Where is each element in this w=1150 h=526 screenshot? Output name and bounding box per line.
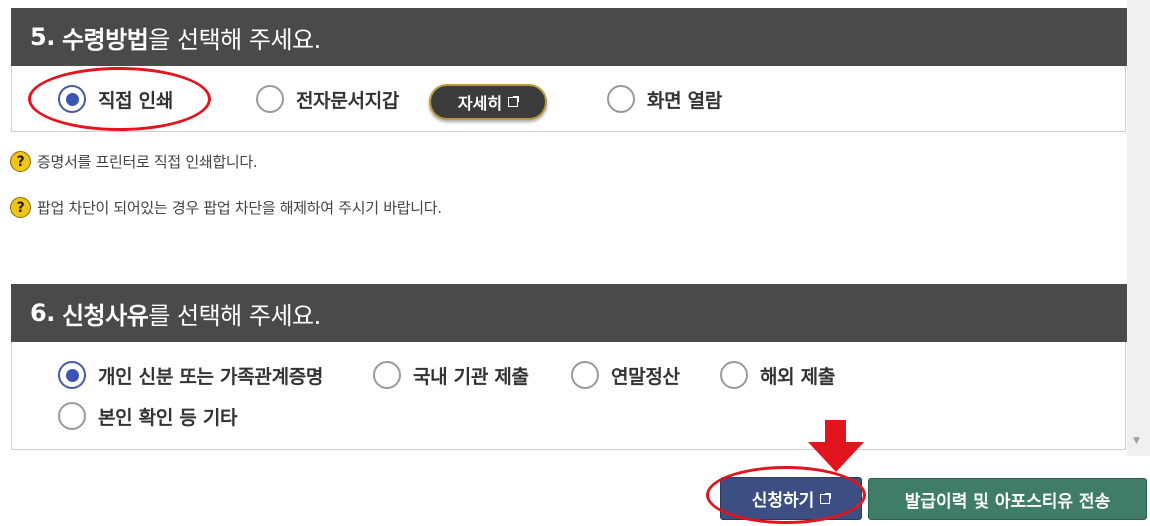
help-text: 증명서를 프린터로 직접 인쇄합니다.	[37, 153, 258, 171]
help-line-print: ? 증명서를 프린터로 직접 인쇄합니다.	[10, 151, 258, 172]
section-6-header: 6. 신청사유 를 선택해 주세요.	[11, 284, 1127, 342]
radio-identity-other[interactable]: 본인 확인 등 기타	[58, 402, 238, 430]
section-5-title-bold: 수령방법	[61, 25, 149, 54]
section-6-number: 6.	[30, 299, 55, 327]
apply-button[interactable]: 신청하기	[720, 477, 862, 520]
external-link-icon	[508, 96, 520, 107]
history-apostille-button[interactable]: 발급이력 및 아포스티유 전송	[868, 478, 1147, 520]
section-6-options-box	[11, 342, 1126, 450]
radio-year-end-tax[interactable]: 연말정산	[571, 361, 680, 389]
radio-personal-family-label: 개인 신분 또는 가족관계증명	[98, 365, 324, 388]
detail-button[interactable]: 자세히	[429, 84, 547, 120]
radio-identity-other-label: 본인 확인 등 기타	[98, 406, 238, 429]
section-6-title-rest: 를 선택해 주세요.	[148, 301, 321, 330]
radio-overseas[interactable]: 해외 제출	[720, 361, 835, 389]
radio-unchecked-icon	[373, 361, 401, 389]
radio-personal-family[interactable]: 개인 신분 또는 가족관계증명	[58, 361, 323, 389]
vertical-scrollbar[interactable]	[1127, 0, 1150, 456]
radio-overseas-label: 해외 제출	[760, 365, 836, 388]
section-6-title-bold: 신청사유	[61, 301, 149, 330]
radio-year-end-tax-label: 연말정산	[611, 365, 680, 388]
help-text: 팝업 차단이 되어있는 경우 팝업 차단을 해제하여 주시기 바랍니다.	[37, 199, 442, 217]
radio-checked-icon	[58, 361, 86, 389]
question-icon: ?	[10, 197, 31, 218]
radio-checked-icon	[58, 85, 86, 113]
external-link-icon	[820, 492, 832, 504]
history-apostille-button-label: 발급이력 및 아포스티유 전송	[904, 491, 1111, 512]
radio-domestic-agency-label: 국내 기관 제출	[413, 365, 529, 388]
detail-button-label: 자세히	[457, 94, 503, 113]
section-5-header: 5. 수령방법 을 선택해 주세요.	[11, 8, 1127, 66]
section-5-title-rest: 을 선택해 주세요.	[148, 25, 321, 54]
radio-unchecked-icon	[58, 402, 86, 430]
radio-direct-print-label: 직접 인쇄	[98, 89, 174, 112]
radio-unchecked-icon	[571, 361, 599, 389]
radio-screen-view-label: 화면 열람	[647, 89, 723, 112]
radio-unchecked-icon	[256, 85, 284, 113]
radio-e-wallet-label: 전자문서지갑	[296, 89, 400, 112]
radio-unchecked-icon	[607, 85, 635, 113]
annotation-down-arrow-icon	[808, 420, 864, 472]
section-5-number: 5.	[30, 23, 55, 51]
scroll-down-arrow-icon[interactable]: ▼	[1133, 436, 1140, 446]
help-line-popup: ? 팝업 차단이 되어있는 경우 팝업 차단을 해제하여 주시기 바랍니다.	[10, 197, 442, 218]
question-icon: ?	[10, 151, 31, 172]
radio-direct-print[interactable]: 직접 인쇄	[58, 85, 173, 113]
section-5-options-box	[11, 66, 1126, 132]
radio-domestic-agency[interactable]: 국내 기관 제출	[373, 361, 529, 389]
apply-button-label: 신청하기	[751, 491, 815, 511]
radio-unchecked-icon	[720, 361, 748, 389]
radio-screen-view[interactable]: 화면 열람	[607, 85, 722, 113]
radio-e-wallet[interactable]: 전자문서지갑	[256, 85, 399, 113]
